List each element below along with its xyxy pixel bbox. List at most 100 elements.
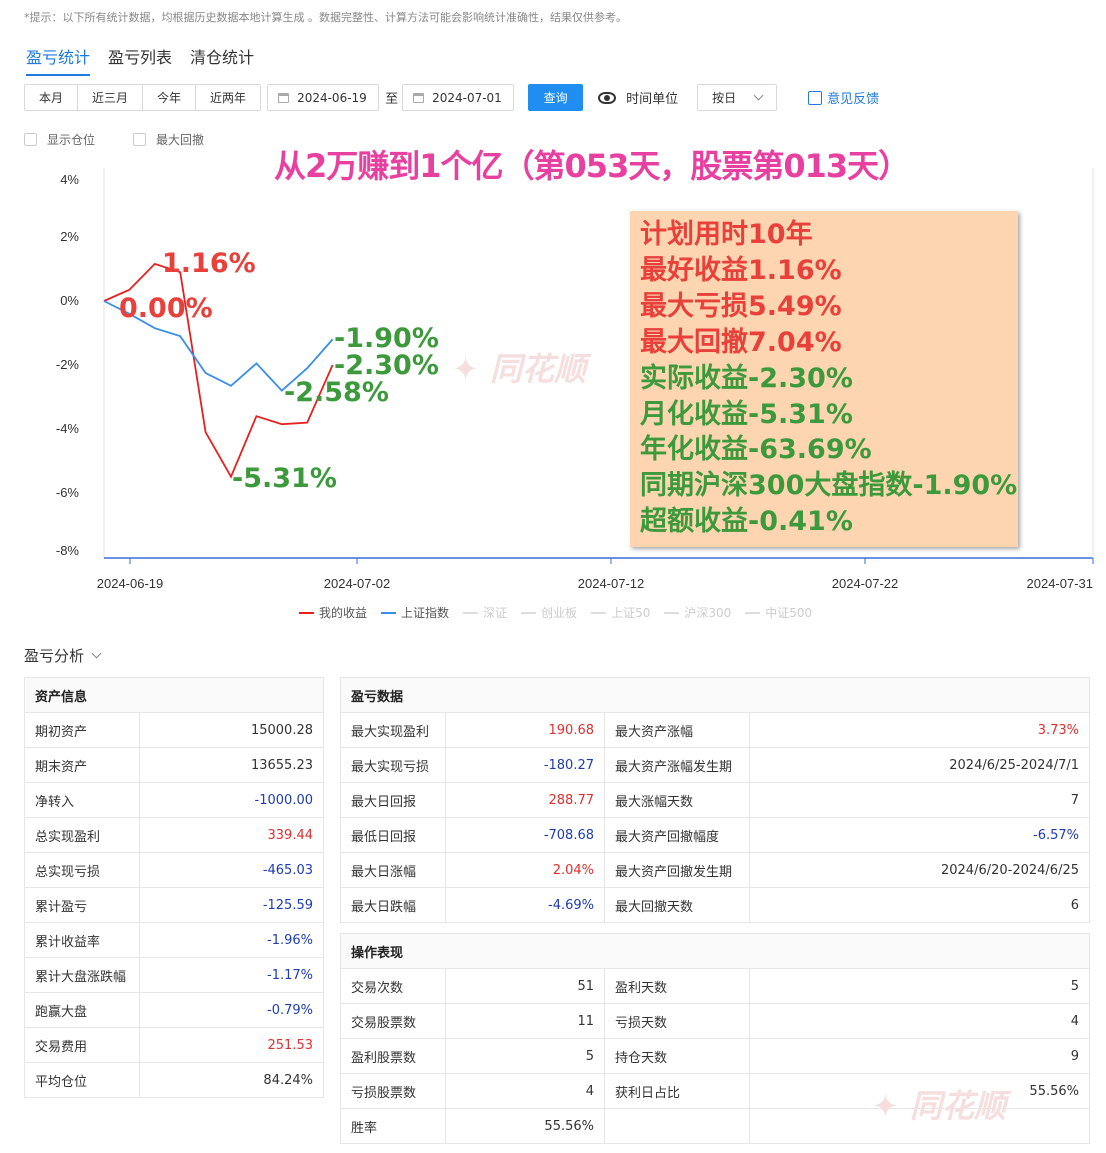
table-row: 累计大盘涨跌幅 -1.17% (24, 957, 324, 993)
table-row: 期末资产 13655.23 (24, 747, 324, 783)
legend-label: 沪深300 (684, 606, 732, 620)
legend-item[interactable]: 创业板 (521, 604, 577, 621)
legend-swatch (463, 611, 479, 614)
legend-swatch (745, 611, 761, 614)
legend-swatch (591, 611, 607, 614)
table-row: 最大日跌幅 -4.69% 最大回撤天数 6 (340, 887, 1090, 923)
y-tick-label: 0% (60, 293, 79, 308)
row-label: 交易股票数 (340, 1003, 446, 1039)
row-value: 84.24% (139, 1062, 324, 1098)
pnl-analysis-header[interactable]: 盈亏分析 (24, 645, 102, 666)
row-value: -1.17% (139, 957, 324, 993)
legend-item[interactable]: 上证指数 (381, 604, 449, 621)
row-label: 最大实现亏损 (340, 747, 446, 783)
y-tick-label: 2% (60, 229, 79, 244)
table-row: 跑赢大盘 -0.79% (24, 992, 324, 1028)
row-value: 5 (749, 968, 1090, 1004)
y-tick-label: 4% (60, 172, 79, 187)
table-header: 盈亏数据 (340, 677, 1090, 713)
legend-label: 上证指数 (401, 606, 450, 620)
x-tick-label: 2024-06-19 (97, 576, 164, 591)
row-label: 最大资产回撤幅度 (604, 817, 750, 853)
legend-item[interactable]: 我的收益 (299, 604, 367, 621)
legend-item[interactable]: 上证50 (591, 604, 650, 621)
row-value: -180.27 (445, 747, 605, 783)
row-label: 最大资产涨幅 (604, 712, 750, 748)
table-header: 操作表现 (340, 933, 1090, 969)
summary-line: 最大回撤7.04% (640, 326, 842, 358)
row-value: 190.68 (445, 712, 605, 748)
section-title: 盈亏分析 (24, 647, 85, 665)
row-label: 最大涨幅天数 (604, 782, 750, 818)
row-label: 亏损股票数 (340, 1073, 446, 1109)
row-value: 3.73% (749, 712, 1090, 748)
row-value: 6 (749, 887, 1090, 923)
row-value: -6.57% (749, 817, 1090, 853)
annotation-label: 0.00% (119, 293, 213, 324)
legend-label: 创业板 (541, 606, 578, 620)
table-row: 最大实现亏损 -180.27 最大资产涨幅发生期 2024/6/25-2024/7/1 (340, 747, 1090, 783)
table-row: 交易费用 251.53 (24, 1027, 324, 1063)
legend-item[interactable]: 中证500 (745, 604, 812, 621)
summary-line: 最好收益1.16% (640, 254, 842, 286)
row-value: -4.69% (445, 887, 605, 923)
row-value: 9 (749, 1038, 1090, 1074)
y-tick-label: -6% (56, 485, 80, 500)
summary-line: 实际收益-2.30% (640, 362, 853, 394)
legend-item[interactable]: 沪深300 (664, 604, 731, 621)
row-value: 4 (445, 1073, 605, 1109)
row-label: 平均仓位 (24, 1062, 140, 1098)
row-label: 亏损天数 (604, 1003, 750, 1039)
legend-swatch (381, 611, 397, 614)
row-label: 最大日回报 (340, 782, 446, 818)
row-value: 288.77 (445, 782, 605, 818)
chevron-down-icon (91, 648, 102, 658)
row-value: 2024/6/25-2024/7/1 (749, 747, 1090, 783)
row-label: 累计盈亏 (24, 887, 140, 923)
row-label: 持仓天数 (604, 1038, 750, 1074)
row-label: 盈利天数 (604, 968, 750, 1004)
row-value: 7 (749, 782, 1090, 818)
x-tick-label: 2024-07-22 (832, 576, 899, 591)
row-value: -708.68 (445, 817, 605, 853)
table-row: 最大日回报 288.77 最大涨幅天数 7 (340, 782, 1090, 818)
row-label: 净转入 (24, 782, 140, 818)
table-row: 交易次数 51 盈利天数 5 (340, 968, 1090, 1004)
legend-label: 上证50 (611, 606, 651, 620)
row-label: 盈利股票数 (340, 1038, 446, 1074)
row-label: 最大日涨幅 (340, 852, 446, 888)
table-row: 最低日回报 -708.68 最大资产回撤幅度 -6.57% (340, 817, 1090, 853)
annotation-label: -5.31% (232, 463, 337, 494)
row-label: 最大日跌幅 (340, 887, 446, 923)
row-label: 累计收益率 (24, 922, 140, 958)
row-label: 最大回撤天数 (604, 887, 750, 923)
row-value: 2.04% (445, 852, 605, 888)
row-label: 交易次数 (340, 968, 446, 1004)
y-tick-label: -8% (56, 543, 80, 558)
row-value: -125.59 (139, 887, 324, 923)
summary-line: 月化收益-5.31% (640, 398, 853, 430)
row-value: 251.53 (139, 1027, 324, 1063)
legend-swatch (521, 611, 537, 614)
x-tick-label: 2024-07-31 (1027, 576, 1094, 591)
row-label: 最大实现盈利 (340, 712, 446, 748)
row-value: -0.79% (139, 992, 324, 1028)
row-label: 最大资产回撤发生期 (604, 852, 750, 888)
table-header: 资产信息 (24, 677, 324, 713)
row-value: 339.44 (139, 817, 324, 853)
row-value: 4 (749, 1003, 1090, 1039)
row-label: 最低日回报 (340, 817, 446, 853)
row-label: 最大资产涨幅发生期 (604, 747, 750, 783)
table-row: 盈利股票数 5 持仓天数 9 (340, 1038, 1090, 1074)
row-value: 51 (445, 968, 605, 1004)
table-row: 期初资产 15000.28 (24, 712, 324, 748)
table-row: 总实现盈利 339.44 (24, 817, 324, 853)
row-value: 55.56% (445, 1108, 605, 1144)
asset-info-table: 资产信息 期初资产 15000.28 期末资产 13655.23 净转入 -1000.00 总… (24, 677, 324, 1098)
table-row: 累计盈亏 -125.59 (24, 887, 324, 923)
row-label: 期末资产 (24, 747, 140, 783)
row-label: 交易费用 (24, 1027, 140, 1063)
legend-item[interactable]: 深证 (463, 604, 507, 621)
row-value: 13655.23 (139, 747, 324, 783)
overlay-title: 从2万赚到1个亿（第053天，股票第013天） (274, 147, 910, 185)
